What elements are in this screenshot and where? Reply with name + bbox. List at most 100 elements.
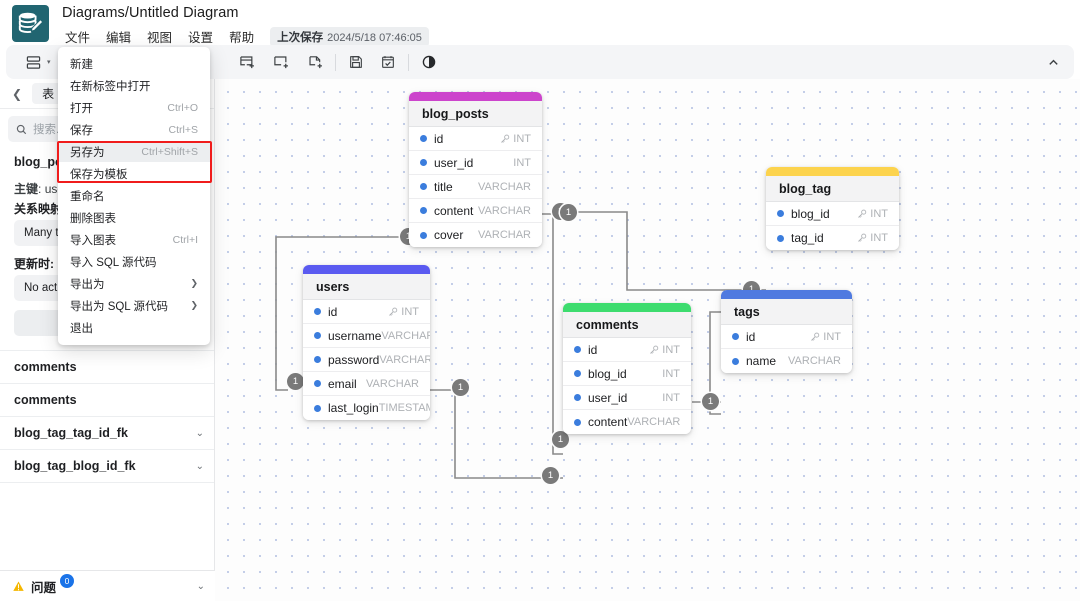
menu-item-shortcut: Ctrl+Shift+S: [141, 146, 198, 158]
chevron-left-icon[interactable]: ❮: [8, 87, 26, 101]
save-icon[interactable]: [343, 49, 369, 75]
menu-item-export-as[interactable]: 导出为 ❯: [58, 274, 210, 295]
table-row[interactable]: contentVARCHAR: [409, 199, 542, 223]
chevron-right-icon: ❯: [190, 300, 198, 311]
menu-item-delete-diagram[interactable]: 删除图表: [58, 208, 210, 229]
last-save-status: 上次保存2024/5/18 07:46:05: [270, 27, 429, 47]
chevron-up-icon[interactable]: [1040, 49, 1066, 75]
add-area-icon[interactable]: [268, 49, 294, 75]
menu-item-exit[interactable]: 退出: [58, 318, 210, 339]
menu-item-label: 保存: [70, 122, 93, 138]
chevron-right-icon: ❯: [190, 278, 198, 289]
todo-icon[interactable]: [375, 49, 401, 75]
table-layout-icon[interactable]: [20, 49, 46, 75]
menu-item-save-as-template[interactable]: 保存为模板: [58, 164, 210, 185]
field-name: last_login: [328, 401, 379, 415]
field-type: INT: [513, 157, 531, 169]
diagram-canvas[interactable]: 1 1 1 1 1 1 1 1 1 1 blog_posts idINT use…: [215, 79, 1080, 601]
menu-item-label: 在新标签中打开: [70, 78, 151, 94]
menu-item-new[interactable]: 新建: [58, 54, 210, 75]
table-node-tags[interactable]: tags idINT nameVARCHAR: [721, 290, 852, 373]
app-logo: [12, 5, 49, 42]
field-type: INT: [662, 392, 680, 404]
field-dot-icon: [314, 308, 321, 315]
chevron-down-icon[interactable]: ⌄: [197, 581, 205, 592]
problems-left: 问题 0: [12, 577, 76, 596]
add-note-icon[interactable]: [302, 49, 328, 75]
table-node-users[interactable]: users idINT usernameVARCHAR passwordVARC…: [303, 265, 430, 420]
field-dot-icon: [777, 210, 784, 217]
table-row[interactable]: contentVARCHAR: [563, 410, 691, 434]
menu-item-import-sql[interactable]: 导入 SQL 源代码: [58, 252, 210, 273]
field-type: VARCHAR: [627, 416, 680, 428]
chevron-down-icon[interactable]: ▾: [47, 58, 51, 66]
table-row[interactable]: user_id INT: [409, 151, 542, 175]
relationship-header-comments-2[interactable]: comments: [0, 384, 214, 416]
menu-item-save-as[interactable]: 另存为Ctrl+Shift+S: [58, 142, 210, 163]
relationship-header-blog-tag-blog-id-fk[interactable]: blog_tag_blog_id_fk ⌄: [0, 450, 214, 482]
table-row[interactable]: user_id INT: [563, 386, 691, 410]
menu-item-open-new-tab[interactable]: 在新标签中打开: [58, 76, 210, 97]
add-table-icon[interactable]: [234, 49, 260, 75]
field-name: cover: [434, 228, 463, 242]
field-dot-icon: [574, 346, 581, 353]
chevron-down-icon[interactable]: ⌄: [196, 461, 204, 472]
table-row[interactable]: last_loginTIMESTAMP: [303, 396, 430, 420]
relationship-name: blog_tag_blog_id_fk: [14, 459, 136, 473]
menu-item-export-sql[interactable]: 导出为 SQL 源代码❯: [58, 296, 210, 317]
list-item[interactable]: blog_tag_tag_id_fk ⌄: [0, 417, 214, 450]
field-name: id: [434, 132, 443, 146]
chevron-down-icon[interactable]: ⌄: [196, 428, 204, 439]
list-item[interactable]: blog_tag_blog_id_fk ⌄: [0, 450, 214, 483]
table-row[interactable]: usernameVARCHAR: [303, 324, 430, 348]
field-name: id: [328, 305, 337, 319]
table-row[interactable]: idINT: [563, 338, 691, 362]
menu-item-label: 退出: [70, 320, 93, 336]
field-name: blog_id: [588, 367, 627, 381]
table-row[interactable]: idINT: [721, 325, 852, 349]
menu-item-shortcut: Ctrl+O: [167, 102, 198, 114]
table-node-blog-posts[interactable]: blog_posts idINT user_idINT titleVARCHAR…: [409, 92, 542, 247]
table-row[interactable]: blog_idINT: [766, 202, 899, 226]
theme-toggle-icon[interactable]: [416, 49, 442, 75]
file-dropdown-menu[interactable]: 新建 在新标签中打开 打开Ctrl+O 保存Ctrl+S 另存为Ctrl+Shi…: [58, 47, 210, 345]
table-row[interactable]: tag_idINT: [766, 226, 899, 250]
menu-item-save[interactable]: 保存Ctrl+S: [58, 120, 210, 141]
list-item[interactable]: comments: [0, 384, 214, 417]
field-name: username: [328, 329, 381, 343]
menu-item-import-diagram[interactable]: 导入图表Ctrl+I: [58, 230, 210, 251]
node-title: blog_tag: [766, 176, 899, 202]
table-row[interactable]: blog_idINT: [563, 362, 691, 386]
menu-item-label: 导出为: [70, 276, 105, 292]
table-row[interactable]: nameVARCHAR: [721, 349, 852, 373]
table-row[interactable]: idINT: [303, 300, 430, 324]
table-row[interactable]: idINT: [409, 127, 542, 151]
key-icon: [857, 233, 867, 243]
field-dot-icon: [420, 135, 427, 142]
table-node-comments[interactable]: comments idINT blog_idINT user_idINT con…: [563, 303, 691, 434]
toolbar-right-group: [1040, 45, 1066, 79]
table-row[interactable]: email VARCHAR: [303, 372, 430, 396]
node-title: tags: [721, 299, 852, 325]
table-row[interactable]: passwordVARCHAR: [303, 348, 430, 372]
field-name: email: [328, 377, 357, 391]
field-name: user_id: [588, 391, 627, 405]
menu-item-open[interactable]: 打开Ctrl+O: [58, 98, 210, 119]
table-row[interactable]: coverVARCHAR: [409, 223, 542, 247]
table-row[interactable]: titleVARCHAR: [409, 175, 542, 199]
table-node-blog-tag[interactable]: blog_tag blog_idINT tag_idINT: [766, 167, 899, 250]
relationship-header-comments-1[interactable]: comments: [0, 351, 214, 383]
edge-blogposts-blogtag: [552, 212, 766, 290]
relationship-header-blog-tag-tag-id-fk[interactable]: blog_tag_tag_id_fk ⌄: [0, 417, 214, 449]
list-item[interactable]: comments: [0, 351, 214, 384]
field-type: VARCHAR: [366, 378, 419, 390]
menu-item-label: 保存为模板: [70, 166, 128, 182]
field-name: user_id: [434, 156, 473, 170]
toolbar-divider: [335, 54, 336, 71]
field-dot-icon: [314, 356, 321, 363]
toolbar-divider-2: [408, 54, 409, 71]
edge-blogposts-comments: [542, 214, 563, 454]
menu-item-label: 删除图表: [70, 210, 116, 226]
menu-item-rename[interactable]: 重命名: [58, 186, 210, 207]
problems-bar[interactable]: 问题 0 ⌄: [0, 570, 215, 601]
